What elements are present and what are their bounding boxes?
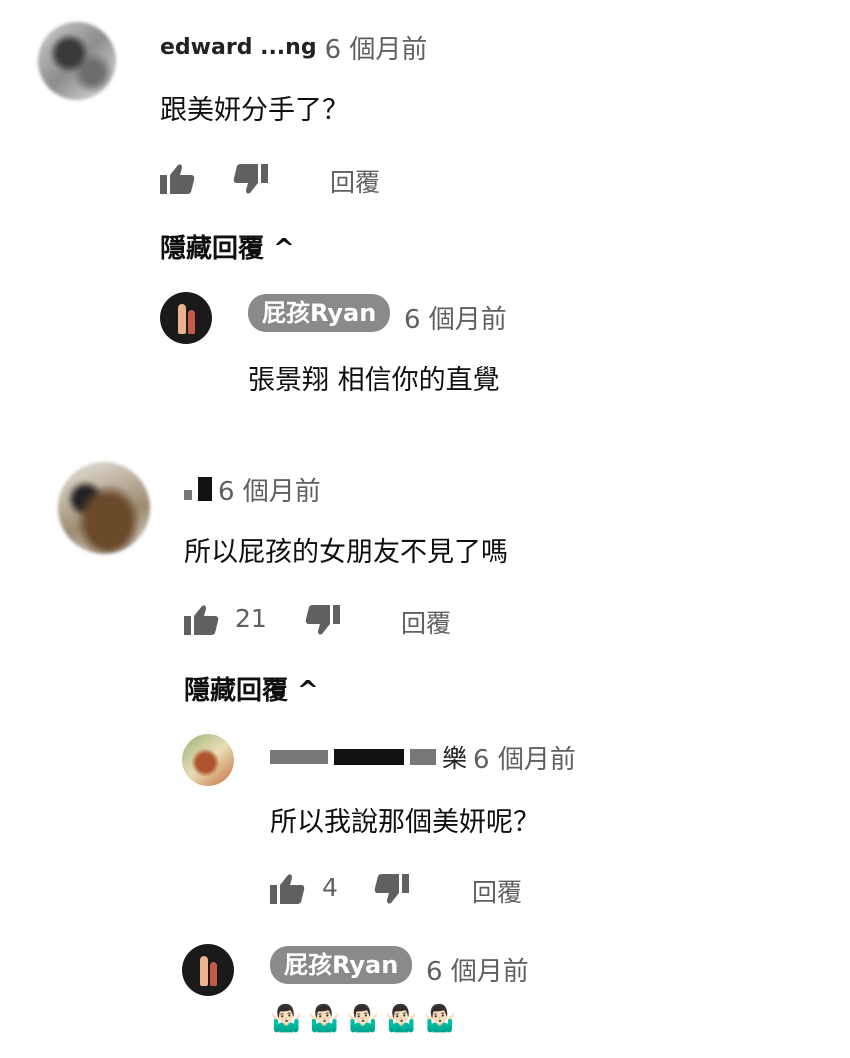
author-name-obscured xyxy=(184,490,192,500)
author-name-obscured xyxy=(198,477,212,501)
comment-time: 6 個月前 xyxy=(426,957,529,987)
dislike-icon[interactable] xyxy=(304,604,340,636)
like-icon[interactable] xyxy=(160,163,196,195)
like-count: 4 xyxy=(322,873,338,902)
reply-button[interactable]: 回覆 xyxy=(330,163,380,199)
author-name-obscured xyxy=(270,750,328,764)
comment-text: 所以屁孩的女朋友不見了嗎 xyxy=(184,537,508,568)
comment-author[interactable]: edward ...ng 6 個月前 xyxy=(160,30,428,65)
like-count: 21 xyxy=(235,604,267,633)
hide-replies-toggle[interactable]: 隱藏回覆 ^ xyxy=(160,228,295,265)
avatar[interactable] xyxy=(182,734,234,786)
comment-time: 6 個月前 xyxy=(404,305,507,335)
comment-time: 6 個月前 xyxy=(218,476,321,507)
author-name-obscured xyxy=(334,749,404,765)
avatar[interactable] xyxy=(182,944,234,996)
dislike-icon[interactable] xyxy=(232,163,268,195)
hide-replies-toggle[interactable]: 隱藏回覆 ^ xyxy=(184,670,319,707)
comment-time: 6 個月前 xyxy=(324,34,428,65)
creator-badge[interactable]: 屁孩Ryan xyxy=(248,294,391,332)
comment-text: 張景翔 相信你的直覺 xyxy=(248,365,500,396)
like-icon[interactable] xyxy=(270,873,306,905)
comment-text: 所以我說那個美妍呢？ xyxy=(270,807,540,838)
comment-text: 🤷🏻‍♂️🤷🏻‍♂️🤷🏻‍♂️🤷🏻‍♂️🤷🏻‍♂️ xyxy=(270,1004,462,1034)
comment-text: 跟美妍分手了？ xyxy=(160,95,349,126)
author-name-suffix: 樂 xyxy=(442,744,468,773)
avatar[interactable] xyxy=(58,462,150,554)
comment-time: 6 個月前 xyxy=(473,744,576,775)
dislike-icon[interactable] xyxy=(373,873,409,905)
avatar[interactable] xyxy=(160,292,212,344)
author-name-obscured: edward ...ng xyxy=(160,34,317,60)
like-icon[interactable] xyxy=(184,604,220,636)
avatar[interactable] xyxy=(38,22,116,100)
comment-author[interactable]: 6 個月前 xyxy=(184,472,321,507)
author-name-obscured xyxy=(410,749,436,765)
creator-badge[interactable]: 屁孩Ryan xyxy=(270,946,413,984)
reply-button[interactable]: 回覆 xyxy=(472,873,522,909)
reply-button[interactable]: 回覆 xyxy=(401,604,451,640)
comment-author[interactable]: 樂 6 個月前 xyxy=(270,740,576,775)
